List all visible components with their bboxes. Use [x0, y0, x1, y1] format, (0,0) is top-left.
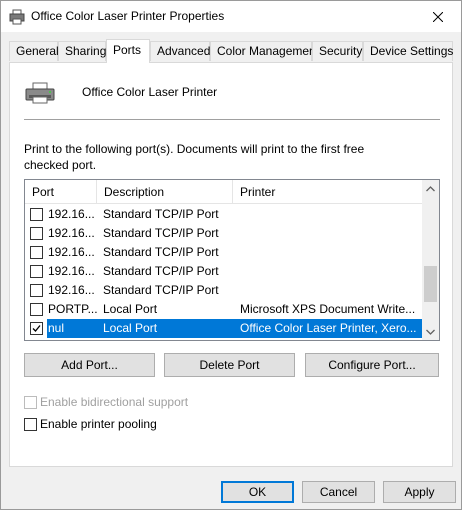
configure-port-button[interactable]: Configure Port... [305, 353, 439, 377]
printer-properties-dialog: Office Color Laser Printer Properties Ge… [0, 0, 462, 510]
port-checkbox[interactable] [30, 208, 43, 221]
port-rows: 192.16... Standard TCP/IP Port 192.16...… [25, 205, 422, 338]
tab-advanced[interactable]: Advanced [150, 41, 210, 61]
tab-security[interactable]: Security [312, 41, 363, 61]
port-name: 192.16... [48, 264, 95, 278]
title-bar: Office Color Laser Printer Properties [1, 1, 461, 32]
divider [24, 119, 440, 120]
scroll-down-button[interactable] [422, 323, 439, 340]
tab-general[interactable]: General [9, 41, 59, 61]
port-checkbox-checked[interactable] [30, 322, 43, 335]
port-description: Standard TCP/IP Port [103, 226, 219, 240]
port-row[interactable]: 192.16... Standard TCP/IP Port [25, 224, 422, 243]
port-row-selected[interactable]: nul Local Port Office Color Laser Printe… [25, 319, 422, 338]
port-printer: Microsoft XPS Document Write... [240, 302, 416, 316]
ports-panel: Office Color Laser Printer Print to the … [9, 62, 453, 467]
column-header-printer[interactable]: Printer [233, 180, 422, 204]
column-header-port[interactable]: Port [25, 180, 97, 204]
chevron-up-icon [426, 185, 435, 191]
checkmark-icon [32, 325, 41, 332]
port-checkbox[interactable] [30, 246, 43, 259]
delete-port-button[interactable]: Delete Port [164, 353, 295, 377]
port-name: 192.16... [48, 207, 95, 221]
port-name: 192.16... [48, 226, 95, 240]
printer-large-icon [25, 82, 55, 104]
column-header-description[interactable]: Description [97, 180, 233, 204]
port-row[interactable]: 192.16... Standard TCP/IP Port [25, 205, 422, 224]
tab-strip: General Sharing Ports Advanced Color Man… [9, 39, 453, 63]
port-checkbox[interactable] [30, 265, 43, 278]
window-title: Office Color Laser Printer Properties [31, 9, 225, 23]
bidirectional-label: Enable bidirectional support [40, 395, 189, 409]
port-description: Local Port [103, 302, 158, 316]
tab-ports[interactable]: Ports [106, 39, 150, 63]
close-icon [433, 11, 443, 22]
port-description: Standard TCP/IP Port [103, 207, 219, 221]
printer-pooling-option[interactable]: Enable printer pooling [24, 417, 224, 433]
port-name: PORTP... [48, 302, 98, 316]
ports-instructions: Print to the following port(s). Document… [24, 142, 365, 172]
vertical-scrollbar[interactable] [422, 180, 439, 340]
printer-icon [9, 9, 25, 25]
close-button[interactable] [415, 1, 461, 32]
port-description: Standard TCP/IP Port [103, 264, 219, 278]
port-row[interactable]: 192.16... Standard TCP/IP Port [25, 281, 422, 300]
tab-device-settings[interactable]: Device Settings [363, 41, 453, 61]
port-name: 192.16... [48, 283, 95, 297]
bidirectional-checkbox [24, 396, 37, 409]
port-description: Standard TCP/IP Port [103, 245, 219, 259]
port-checkbox[interactable] [30, 227, 43, 240]
port-description: Local Port [103, 321, 158, 335]
printer-name: Office Color Laser Printer [82, 85, 218, 99]
port-printer: Office Color Laser Printer, Xero... [240, 321, 417, 335]
port-checkbox[interactable] [30, 303, 43, 316]
port-row[interactable]: PORTP... Local Port Microsoft XPS Docume… [25, 300, 422, 319]
port-checkbox[interactable] [30, 284, 43, 297]
port-row[interactable]: 192.16... Standard TCP/IP Port [25, 243, 422, 262]
bidirectional-support-option: Enable bidirectional support [24, 395, 224, 411]
pooling-checkbox[interactable] [24, 418, 37, 431]
tab-color-management[interactable]: Color Management [210, 41, 319, 61]
scroll-up-button[interactable] [422, 180, 439, 197]
port-list-header: Port Description Printer [25, 180, 422, 204]
port-name: nul [48, 321, 65, 335]
ok-button[interactable]: OK [221, 481, 294, 503]
add-port-button[interactable]: Add Port... [24, 353, 155, 377]
cancel-button[interactable]: Cancel [302, 481, 375, 503]
port-list[interactable]: Port Description Printer 192.16... Stand… [24, 179, 440, 341]
port-name: 192.16... [48, 245, 95, 259]
chevron-down-icon [426, 329, 435, 335]
pooling-label[interactable]: Enable printer pooling [40, 417, 157, 431]
tab-sharing[interactable]: Sharing [58, 41, 106, 61]
scroll-thumb[interactable] [424, 266, 437, 302]
apply-button[interactable]: Apply [383, 481, 456, 503]
port-description: Standard TCP/IP Port [103, 283, 219, 297]
port-row[interactable]: 192.16... Standard TCP/IP Port [25, 262, 422, 281]
